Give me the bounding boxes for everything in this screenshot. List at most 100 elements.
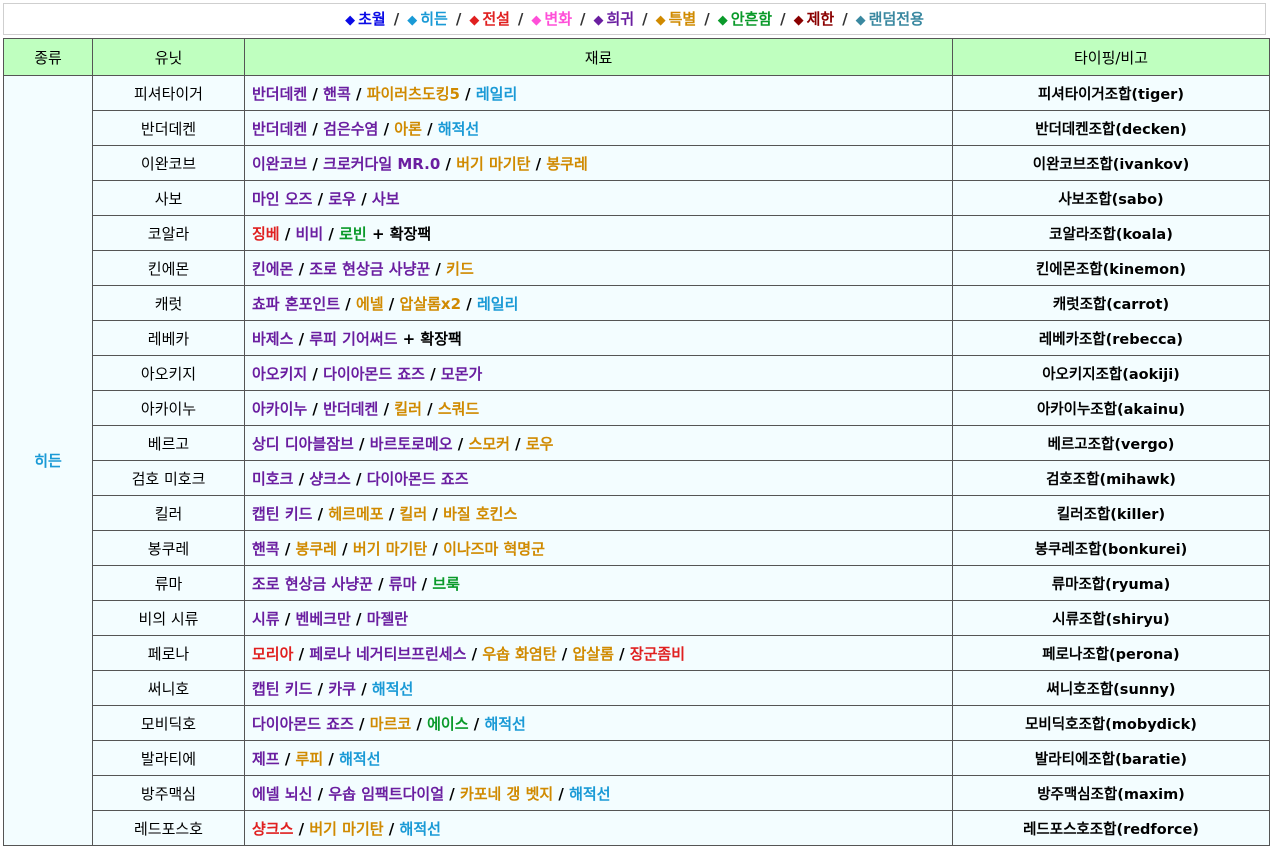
material-item: 루피 기어써드 bbox=[309, 329, 398, 348]
legend-label: 초월 bbox=[358, 10, 386, 28]
typing-note: 코알라조합(koala) bbox=[952, 215, 1270, 251]
typing-note: 발라티에조합(baratie) bbox=[952, 740, 1270, 776]
typing-note: 류마조합(ryuma) bbox=[952, 565, 1270, 601]
material-item: 바르토로메오 bbox=[369, 434, 453, 453]
material-item: 핸콕 bbox=[323, 84, 351, 103]
unit-name: 발라티에 bbox=[92, 740, 245, 776]
material-item: 상디 디아블잠브 bbox=[252, 434, 354, 453]
material-item: 해적선 bbox=[484, 714, 526, 733]
table-header-row: 종류 유닛 재료 타이핑/비고 bbox=[3, 38, 1270, 76]
material-item: 카쿠 bbox=[328, 679, 356, 698]
kind-cell: 히든 bbox=[3, 75, 93, 846]
unit-name: 비의 시류 bbox=[92, 600, 245, 636]
material-list: 제프 / 루피 / 해적선 bbox=[244, 740, 953, 776]
legend-label: 특별 bbox=[668, 10, 697, 28]
material-item: 류마 bbox=[388, 574, 417, 593]
typing-note: 킨에몬조합(kinemon) bbox=[952, 250, 1270, 286]
material-item: 징베 bbox=[252, 224, 280, 243]
rarity-legend: ◆ 초월 / ◆ 히든 / ◆ 전설 / ◆ 변화 / ◆ 희귀 / ◆ 특별 / ◆ 안흔함 / ◆ 제한 / ◆ 랜덤전용 bbox=[3, 3, 1266, 35]
legend-item: ◆ 랜덤전용 bbox=[856, 10, 924, 28]
material-item: 다이아몬드 죠즈 bbox=[323, 364, 425, 383]
material-item: 파이러츠도킹5 bbox=[366, 84, 460, 103]
material-item: 킨에몬 bbox=[252, 259, 294, 278]
material-item: 반더데켄 bbox=[323, 399, 379, 418]
unit-name: 코알라 bbox=[92, 215, 245, 251]
table-row: 캐럿 쵸파 혼포인트 / 에넬 / 압살롬x2 / 레일리 캐럿조합(carrot) bbox=[4, 285, 1270, 321]
legend-item: ◆ 특별 bbox=[656, 10, 697, 28]
typing-note: 피셔타이거조합(tiger) bbox=[952, 75, 1270, 111]
material-item: 캡틴 키드 bbox=[252, 679, 313, 698]
legend-separator: / bbox=[455, 10, 462, 28]
typing-note: 시류조합(shiryu) bbox=[952, 600, 1270, 636]
typing-note: 검호조합(mihawk) bbox=[952, 460, 1270, 496]
unit-name: 방주맥심 bbox=[92, 775, 245, 811]
material-item: 에넬 bbox=[355, 294, 384, 313]
material-item: 모리아 bbox=[252, 644, 294, 663]
material-item: 조로 현상금 사냥꾼 bbox=[309, 259, 431, 278]
material-list: 캡틴 키드 / 헤르메포 / 킬러 / 바질 호킨스 bbox=[244, 495, 953, 531]
material-list: 아오키지 / 다이아몬드 죠즈 / 모몬가 bbox=[244, 355, 953, 391]
table-row: 사보 마인 오즈 / 로우 / 사보 사보조합(sabo) bbox=[4, 180, 1270, 216]
legend-item: ◆ 제한 bbox=[794, 10, 835, 28]
material-list: 다이아몬드 죠즈 / 마르코 / 에이스 / 해적선 bbox=[244, 705, 953, 741]
diamond-icon: ◆ bbox=[717, 13, 728, 28]
material-item: 다이아몬드 죠즈 bbox=[252, 714, 354, 733]
legend-separator: / bbox=[704, 10, 710, 28]
material-list: 핸콕 / 봉쿠레 / 버기 마기탄 / 이나즈마 혁명군 bbox=[244, 530, 953, 566]
hidden-unit-recipe-table: 종류 유닛 재료 타이핑/비고 히든 피셔타이거 반더데켄 / 핸콕 / 파이러츠도… bbox=[3, 38, 1270, 846]
typing-note: 페로나조합(perona) bbox=[952, 635, 1270, 671]
table-row: 킬러 캡틴 키드 / 헤르메포 / 킬러 / 바질 호킨스 킬러조합(killer) bbox=[4, 495, 1270, 531]
material-list: 아카이누 / 반더데켄 / 킬러 / 스쿼드 bbox=[244, 390, 953, 426]
material-item: 레일리 bbox=[475, 84, 518, 103]
material-item: 레일리 bbox=[476, 294, 519, 313]
material-item: 로우 bbox=[525, 434, 554, 453]
header-unit: 유닛 bbox=[92, 38, 245, 76]
material-item: 해적선 bbox=[569, 784, 611, 803]
unit-name: 피셔타이거 bbox=[92, 75, 245, 111]
material-item: 로빈 bbox=[339, 224, 367, 243]
material-item: 검은수염 bbox=[323, 119, 379, 138]
material-item: 반더데켄 bbox=[252, 84, 308, 103]
material-item: 우솝 화염탄 bbox=[482, 644, 557, 663]
material-item: 사보 bbox=[371, 189, 400, 208]
unit-name: 봉쿠레 bbox=[92, 530, 245, 566]
typing-note: 레드포스호조합(redforce) bbox=[952, 810, 1270, 846]
table-row: 써니호 캡틴 키드 / 카쿠 / 해적선 써니호조합(sunny) bbox=[4, 670, 1270, 706]
material-item: 버기 마기탄 bbox=[352, 539, 428, 558]
material-list: 에넬 뇌신 / 우솝 임팩트다이얼 / 카포네 갱 벳지 / 해적선 bbox=[244, 775, 953, 811]
legend-item: ◆ 희귀 bbox=[594, 10, 635, 28]
material-list: 마인 오즈 / 로우 / 사보 bbox=[244, 180, 953, 216]
unit-name: 페로나 bbox=[92, 635, 245, 671]
diamond-icon: ◆ bbox=[655, 13, 666, 28]
material-item: 미호크 bbox=[252, 469, 294, 488]
table-row: 이완코브 이완코브 / 크로커다일 MR.0 / 버기 마기탄 / 봉쿠레 이완코브… bbox=[4, 145, 1270, 181]
header-material: 재료 bbox=[244, 38, 953, 76]
typing-note: 이완코브조합(ivankov) bbox=[952, 145, 1270, 181]
table-row: 비의 시류 시류 / 벤베크만 / 마젤란 시류조합(shiryu) bbox=[4, 600, 1270, 636]
material-item: 다이아몬드 죠즈 bbox=[366, 469, 469, 488]
material-item: 해적선 bbox=[399, 819, 441, 838]
table-row: 코알라 징베 / 비비 / 로빈 + 확장팩 코알라조합(koala) bbox=[4, 215, 1270, 251]
table-row: 레드포스호 샹크스 / 버기 마기탄 / 해적선 레드포스호조합(redforce) bbox=[4, 810, 1270, 846]
unit-name: 베르고 bbox=[92, 425, 245, 461]
unit-name: 아오키지 bbox=[92, 355, 245, 391]
material-item: 마인 오즈 bbox=[252, 189, 313, 208]
material-item: 봉쿠레 bbox=[546, 154, 588, 173]
legend-item: ◆ 변화 bbox=[531, 10, 572, 28]
legend-label: 랜덤전용 bbox=[868, 10, 924, 28]
table-row: 류마 조로 현상금 사냥꾼 / 류마 / 브룩 류마조합(ryuma) bbox=[4, 565, 1270, 601]
legend-label: 히든 bbox=[420, 10, 448, 28]
material-list: 미호크 / 샹크스 / 다이아몬드 죠즈 bbox=[244, 460, 953, 496]
table-row: 모비딕호 다이아몬드 죠즈 / 마르코 / 에이스 / 해적선 모비딕호조합(mob… bbox=[4, 705, 1270, 741]
material-list: 모리아 / 페로나 네거티브프린세스 / 우솝 화염탄 / 압살롬 / 장군좀비 bbox=[244, 635, 953, 671]
material-item: 키드 bbox=[446, 259, 474, 278]
material-extra: + 확장팩 bbox=[371, 224, 432, 243]
material-item: 바제스 bbox=[252, 329, 294, 348]
typing-note: 써니호조합(sunny) bbox=[952, 670, 1270, 706]
material-item: 에넬 뇌신 bbox=[252, 784, 313, 803]
unit-name: 류마 bbox=[92, 565, 245, 601]
material-item: 아오키지 bbox=[252, 364, 308, 383]
material-item: 봉쿠레 bbox=[295, 539, 337, 558]
material-list: 이완코브 / 크로커다일 MR.0 / 버기 마기탄 / 봉쿠레 bbox=[244, 145, 953, 181]
typing-note: 베르고조합(vergo) bbox=[952, 425, 1270, 461]
